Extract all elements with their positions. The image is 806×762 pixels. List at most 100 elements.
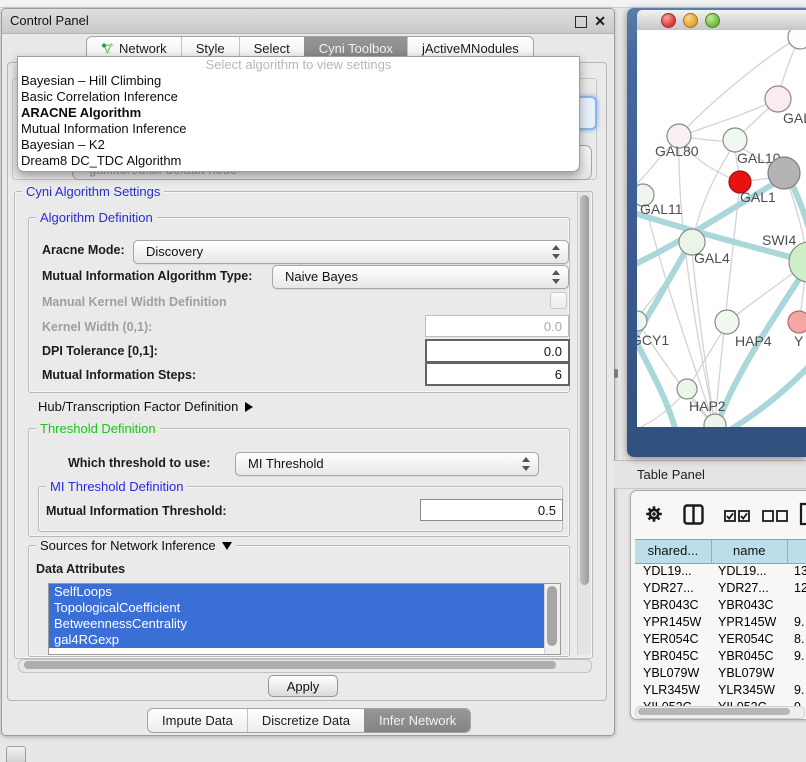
network-node-gal[interactable] <box>765 86 791 112</box>
table-panel-title: Table Panel <box>637 467 705 482</box>
network-node-y[interactable] <box>788 311 806 333</box>
manual-kernel-checkbox[interactable] <box>550 292 567 309</box>
mi-type-value: Naive Bayes <box>285 269 358 284</box>
settings-vertical-scrollbar[interactable] <box>577 192 591 655</box>
scrollbar-thumb[interactable] <box>24 661 556 669</box>
dropdown-item-bayesian-k2[interactable]: Bayesian – K2 <box>18 137 579 153</box>
dpi-tolerance-value: 0.0 <box>544 344 562 359</box>
column-header-clipped[interactable] <box>788 540 806 563</box>
scrollbar-thumb[interactable] <box>547 586 557 646</box>
dropdown-item-dream8-dc-tdc-algorithm[interactable]: Dream8 DC_TDC Algorithm <box>18 153 579 169</box>
manual-kernel-label: Manual Kernel Width Definition <box>42 295 227 309</box>
mi-threshold-field[interactable]: 0.5 <box>420 499 563 521</box>
data-attributes-list[interactable]: SelfLoopsTopologicalCoefficientBetweenne… <box>48 583 561 655</box>
attribute-item-topologicalcoefficient[interactable]: TopologicalCoefficient <box>49 600 545 616</box>
chevron-updown-icon <box>552 244 560 260</box>
kernel-width-field[interactable]: 0.0 <box>425 315 569 337</box>
mi-threshold-definition-title: MI Threshold Definition <box>46 479 187 494</box>
attribute-item-betweennesscentrality[interactable]: BetweennessCentrality <box>49 616 545 632</box>
scrollbar-thumb[interactable] <box>638 708 790 715</box>
dpi-tolerance-field[interactable]: 0.0 <box>425 339 570 363</box>
algorithm-dropdown-popup: Select algorithm to view settings Bayesi… <box>17 56 580 172</box>
network-node-swi4[interactable] <box>789 242 806 282</box>
document-icon[interactable] <box>799 502 806 526</box>
table-horizontal-scrollbar[interactable] <box>635 706 805 719</box>
float-window-icon[interactable] <box>575 16 587 28</box>
column-header-shared[interactable]: shared... <box>635 540 712 563</box>
checked-checkbox-icon[interactable] <box>724 510 736 522</box>
unchecked-checkbox-icon[interactable] <box>762 510 774 522</box>
table-row[interactable]: YDL19...YDL19...13 <box>635 563 806 580</box>
table-row[interactable]: YBR045CYBR045C9. <box>635 648 806 665</box>
node-label-gal80: GAL80 <box>655 143 699 159</box>
network-node-gal10[interactable] <box>723 128 747 152</box>
table-row[interactable]: YER054CYER054C8. <box>635 631 806 648</box>
node-label-swi4: SWI4 <box>762 232 796 248</box>
traffic-minimize-icon[interactable] <box>683 13 698 28</box>
apply-button[interactable]: Apply <box>268 675 338 697</box>
threshold-definition-title: Threshold Definition <box>36 421 160 436</box>
control-panel-titlebar[interactable]: Control Panel ✕ <box>2 9 614 34</box>
mi-type-combo[interactable]: Naive Bayes <box>272 265 569 289</box>
network-canvas[interactable]: GALGAL80GAL10GAL1GAL11SWI4GAL4GCY1HAP4YH… <box>637 30 806 427</box>
tab-infer-network[interactable]: Infer Network <box>364 709 470 732</box>
network-view-window[interactable]: GALGAL80GAL10GAL1GAL11SWI4GAL4GCY1HAP4YH… <box>627 8 806 457</box>
dpi-tolerance-label: DPI Tolerance [0,1]: <box>42 344 158 358</box>
node-label-gal11: GAL11 <box>640 201 683 217</box>
network-graph: GALGAL80GAL10GAL1GAL11SWI4GAL4GCY1HAP4YH… <box>637 30 806 427</box>
column-header-name[interactable]: name <box>712 540 788 563</box>
table-cell: YPR145W <box>635 614 712 631</box>
table-cell: YER054C <box>635 631 712 648</box>
table-cell: YDL19... <box>635 563 712 580</box>
sources-group-toggle[interactable]: Sources for Network Inference <box>36 538 236 553</box>
network-node[interactable] <box>788 30 806 49</box>
table-cell: YBR045C <box>635 648 712 665</box>
mi-type-label: Mutual Information Algorithm Type: <box>42 269 252 283</box>
network-edge <box>691 242 715 424</box>
table-cell: YBR043C <box>712 597 788 614</box>
tab-discretize-data[interactable]: Discretize Data <box>247 709 364 732</box>
table-row[interactable]: YBL079WYBL079W <box>635 665 806 682</box>
dropdown-item-bayesian-hill-climbing[interactable]: Bayesian – Hill Climbing <box>18 73 579 89</box>
network-window-titlebar[interactable] <box>637 10 806 31</box>
table-row[interactable]: YDR27...YDR27...12 <box>635 580 806 597</box>
table-row[interactable]: YPR145WYPR145W9. <box>635 614 806 631</box>
tab-impute-data[interactable]: Impute Data <box>148 709 247 732</box>
hub-definition-toggle[interactable]: Hub/Transcription Factor Definition <box>38 399 253 414</box>
network-node[interactable] <box>768 157 800 189</box>
table-cell: YBL079W <box>635 665 712 682</box>
list-vertical-scrollbar[interactable] <box>544 584 560 654</box>
table-header-row: shared...name <box>635 539 806 564</box>
table-row[interactable]: YBR043CYBR043C <box>635 597 806 614</box>
dropdown-item-mutual-information-inference[interactable]: Mutual Information Inference <box>18 121 579 137</box>
table-cell: YBL079W <box>712 665 788 682</box>
resize-cursor <box>614 369 618 378</box>
node-label-gal1: GAL1 <box>740 189 776 205</box>
checked-checkbox-icon[interactable] <box>738 510 750 522</box>
aracne-mode-combo[interactable]: Discovery <box>133 240 569 264</box>
settings-horizontal-scrollbar[interactable] <box>18 659 592 673</box>
tab-label: Discretize Data <box>262 709 350 732</box>
network-node-hap2[interactable] <box>677 379 697 399</box>
table-row[interactable]: YLR345WYLR345W9. <box>635 682 806 699</box>
table-cell <box>788 597 806 614</box>
mi-steps-field[interactable]: 6 <box>425 362 570 386</box>
table-cell: YPR145W <box>712 614 788 631</box>
attribute-item-selfloops[interactable]: SelfLoops <box>49 584 545 600</box>
columns-icon[interactable] <box>683 504 704 525</box>
traffic-zoom-icon[interactable] <box>705 13 720 28</box>
close-icon[interactable]: ✕ <box>594 12 606 30</box>
table-cell: 9. <box>788 682 806 699</box>
dropdown-item-aracne-algorithm[interactable]: ARACNE Algorithm <box>18 105 579 121</box>
gear-icon[interactable] <box>645 505 663 523</box>
network-node-hap4[interactable] <box>715 310 739 334</box>
dropdown-item-basic-correlation-inference[interactable]: Basic Correlation Inference <box>18 89 579 105</box>
attribute-item-gal4rgexp[interactable]: gal4RGexp <box>49 632 545 648</box>
unchecked-checkbox-icon[interactable] <box>776 510 788 522</box>
traffic-close-icon[interactable] <box>661 13 676 28</box>
triangle-down-icon <box>222 542 232 550</box>
network-node-gcy1[interactable] <box>637 311 647 331</box>
minimized-panel-icon[interactable] <box>6 746 26 762</box>
scrollbar-thumb[interactable] <box>580 195 589 585</box>
which-threshold-combo[interactable]: MI Threshold <box>235 452 539 476</box>
